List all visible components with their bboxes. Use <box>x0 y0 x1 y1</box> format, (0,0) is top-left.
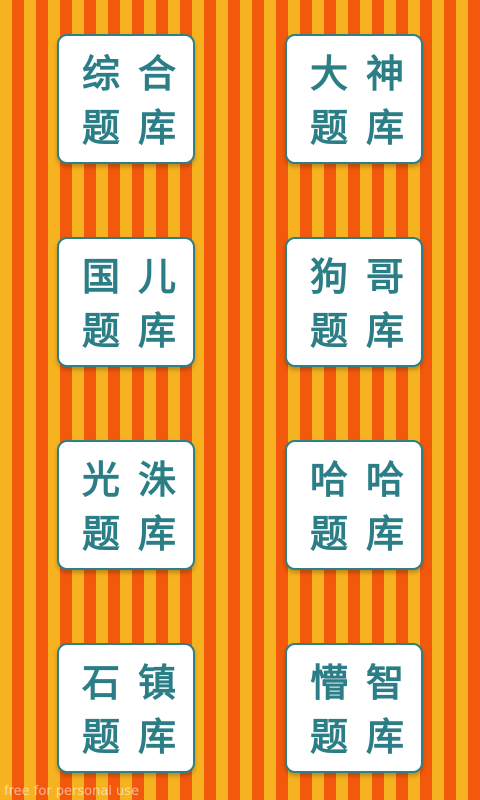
tile-char: 石 <box>81 661 120 705</box>
tile-char: 综 <box>81 52 120 96</box>
tile-char: 儿 <box>137 255 176 299</box>
tile-char: 题 <box>81 106 120 150</box>
tile-comprehensive-bank[interactable]: 综 合 题 库 <box>57 34 195 164</box>
tile-char: 神 <box>365 52 404 96</box>
tile-char: 题 <box>81 715 120 759</box>
tile-guangzhu-bank[interactable]: 光 洙 题 库 <box>57 440 195 570</box>
watermark-text: free for personal use <box>4 784 140 799</box>
tile-gouge-bank[interactable]: 狗 哥 题 库 <box>285 237 423 367</box>
tile-char: 洙 <box>137 458 176 502</box>
tile-char: 库 <box>137 715 176 759</box>
tile-char: 懵 <box>309 661 348 705</box>
tile-char: 库 <box>137 309 176 353</box>
tile-char: 题 <box>309 309 348 353</box>
tile-char: 库 <box>137 106 176 150</box>
tile-char: 光 <box>81 458 120 502</box>
tile-char: 库 <box>365 106 404 150</box>
tile-char: 题 <box>81 309 120 353</box>
tile-master-bank[interactable]: 大 神 题 库 <box>285 34 423 164</box>
tile-haha-bank[interactable]: 哈 哈 题 库 <box>285 440 423 570</box>
tile-char: 题 <box>309 512 348 556</box>
tile-char: 哈 <box>365 458 404 502</box>
tile-char: 库 <box>137 512 176 556</box>
tile-char: 大 <box>309 52 348 96</box>
quiz-bank-grid: 综 合 题 库 大 神 题 库 国 儿 题 库 狗 哥 题 库 光 洙 题 库 … <box>0 0 480 800</box>
tile-char: 题 <box>81 512 120 556</box>
tile-char: 哈 <box>309 458 348 502</box>
tile-char: 镇 <box>137 661 176 705</box>
tile-char: 库 <box>365 309 404 353</box>
tile-char: 合 <box>137 52 176 96</box>
tile-guoer-bank[interactable]: 国 儿 题 库 <box>57 237 195 367</box>
tile-char: 库 <box>365 715 404 759</box>
tile-char: 题 <box>309 715 348 759</box>
tile-char: 国 <box>81 255 120 299</box>
tile-char: 智 <box>365 661 404 705</box>
tile-shizhen-bank[interactable]: 石 镇 题 库 <box>57 643 195 773</box>
tile-mengzhi-bank[interactable]: 懵 智 题 库 <box>285 643 423 773</box>
tile-char: 库 <box>365 512 404 556</box>
tile-char: 哥 <box>365 255 404 299</box>
tile-char: 题 <box>309 106 348 150</box>
tile-char: 狗 <box>309 255 348 299</box>
